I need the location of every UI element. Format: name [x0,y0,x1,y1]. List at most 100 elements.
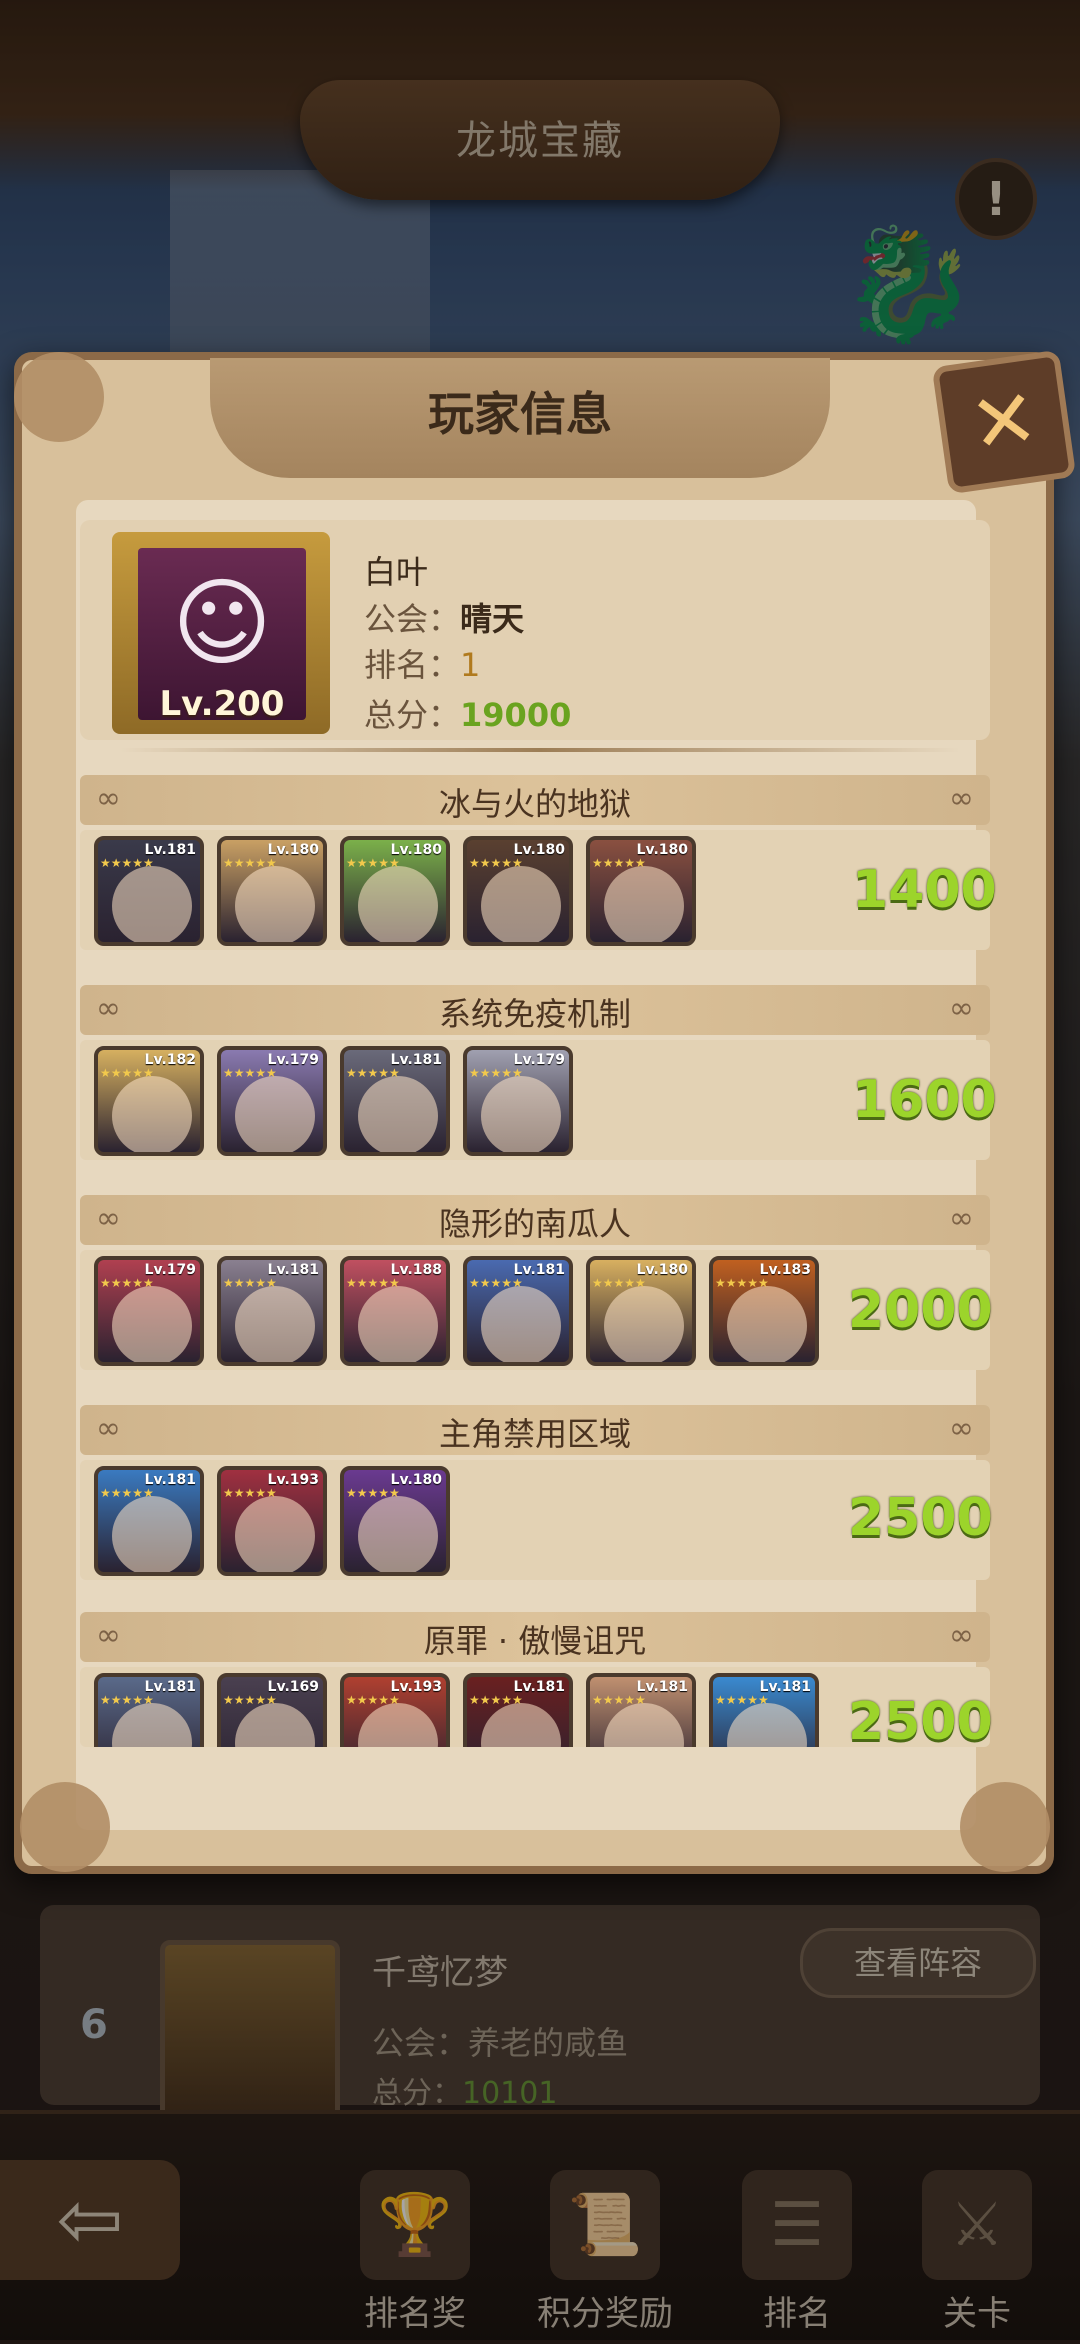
hero-face [112,1286,192,1362]
section-title: 原罪 · 傲慢诅咒 [423,1622,647,1660]
hero-portrait[interactable]: Lv.181 ★★★★★ [94,1673,204,1747]
hero-portrait[interactable]: Lv.179 ★★★★★ [463,1046,573,1156]
hero-face [481,866,561,942]
star-rating-icon: ★★★★★ [223,1066,277,1080]
hero-portrait[interactable]: Lv.181 ★★★★★ [709,1673,819,1747]
chain-link-icon: ∞ [949,781,974,816]
hero-face [235,1703,315,1747]
hero-face [727,1286,807,1362]
section-header: ∞ 系统免疫机制 ∞ [80,985,990,1035]
star-rating-icon: ★★★★★ [346,1066,400,1080]
section-title: 冰与火的地狱 [438,785,631,823]
hero-face [235,1076,315,1152]
hero-face [358,1496,438,1572]
chain-link-icon: ∞ [949,991,974,1026]
hero-portrait[interactable]: Lv.169 ★★★★★ [217,1673,327,1747]
hero-portrait[interactable]: Lv.181 ★★★★★ [94,836,204,946]
section-header: ∞ 隐形的南瓜人 ∞ [80,1195,990,1245]
chain-link-icon: ∞ [949,1201,974,1236]
corner-ornament [20,1782,110,1872]
hero-face [727,1703,807,1747]
player-rank: 排名：1 [364,640,480,686]
rank-label: 排名： [364,646,461,684]
section-score: 2000 [848,1280,993,1340]
star-rating-icon: ★★★★★ [223,856,277,870]
section-title: 系统免疫机制 [438,995,631,1033]
hero-portrait[interactable]: Lv.180 ★★★★★ [340,836,450,946]
star-rating-icon: ★★★★★ [346,1693,400,1707]
guild-value: 晴天 [460,600,525,638]
hero-portrait[interactable]: Lv.180 ★★★★★ [586,836,696,946]
hero-face [481,1076,561,1152]
hero-portrait[interactable]: Lv.182 ★★★★★ [94,1046,204,1156]
hero-portrait[interactable]: Lv.179 ★★★★★ [217,1046,327,1156]
star-rating-icon: ★★★★★ [100,1066,154,1080]
star-rating-icon: ★★★★★ [715,1276,769,1290]
hero-portrait[interactable]: Lv.181 ★★★★★ [463,1673,573,1747]
hero-portrait[interactable]: Lv.193 ★★★★★ [340,1673,450,1747]
section-score: 1600 [852,1070,997,1130]
star-rating-icon: ★★★★★ [223,1693,277,1707]
player-level: Lv.200 [159,684,285,724]
hero-face [358,1076,438,1152]
star-rating-icon: ★★★★★ [100,1486,154,1500]
hero-portrait[interactable]: Lv.181 ★★★★★ [463,1256,573,1366]
section-header: ∞ 冰与火的地狱 ∞ [80,775,990,825]
hero-portrait[interactable]: Lv.188 ★★★★★ [340,1256,450,1366]
hero-face [112,1076,192,1152]
star-rating-icon: ★★★★★ [346,856,400,870]
hero-portrait[interactable]: Lv.183 ★★★★★ [709,1256,819,1366]
section-score: 2500 [848,1692,993,1752]
corner-ornament [960,1782,1050,1872]
star-rating-icon: ★★★★★ [100,856,154,870]
star-rating-icon: ★★★★★ [592,1276,646,1290]
star-rating-icon: ★★★★★ [223,1276,277,1290]
hero-portrait[interactable]: Lv.181 ★★★★★ [340,1046,450,1156]
star-rating-icon: ★★★★★ [223,1486,277,1500]
guild-label: 公会： [364,600,461,638]
dialog-title: 玩家信息 [428,387,612,441]
star-rating-icon: ★★★★★ [592,1693,646,1707]
hero-face [604,1286,684,1362]
hero-portrait[interactable]: Lv.180 ★★★★★ [586,1256,696,1366]
score-value: 19000 [460,696,572,734]
hero-face [481,1703,561,1747]
star-rating-icon: ★★★★★ [592,856,646,870]
hero-portrait[interactable]: Lv.180 ★★★★★ [340,1466,450,1576]
chain-link-icon: ∞ [949,1411,974,1446]
hero-face [235,1496,315,1572]
star-rating-icon: ★★★★★ [469,1693,523,1707]
hero-portrait[interactable]: Lv.193 ★★★★★ [217,1466,327,1576]
section-title: 隐形的南瓜人 [438,1205,631,1243]
hero-face [358,1286,438,1362]
star-rating-icon: ★★★★★ [346,1486,400,1500]
player-name: 白叶 [364,553,429,591]
hero-face [481,1286,561,1362]
hero-face [358,866,438,942]
hero-portrait[interactable]: Lv.181 ★★★★★ [217,1256,327,1366]
hero-portrait[interactable]: Lv.180 ★★★★★ [217,836,327,946]
section-header: ∞ 原罪 · 傲慢诅咒 ∞ [80,1612,990,1662]
rank-value: 1 [460,646,481,684]
close-button[interactable]: ✕ [931,349,1077,495]
hero-portrait[interactable]: Lv.181 ★★★★★ [94,1466,204,1576]
hero-portrait[interactable]: Lv.181 ★★★★★ [586,1673,696,1747]
hero-face [235,866,315,942]
hero-portrait[interactable]: Lv.179 ★★★★★ [94,1256,204,1366]
star-rating-icon: ★★★★★ [346,1276,400,1290]
star-rating-icon: ★★★★★ [715,1693,769,1707]
section-score: 2500 [848,1488,993,1548]
score-label: 总分： [364,696,461,734]
section-title: 主角禁用区域 [438,1415,631,1453]
hero-face [112,1703,192,1747]
hero-portrait[interactable]: Lv.180 ★★★★★ [463,836,573,946]
section-header: ∞ 主角禁用区域 ∞ [80,1405,990,1455]
star-rating-icon: ★★★★★ [469,856,523,870]
star-rating-icon: ★★★★★ [469,1276,523,1290]
section-score: 1400 [852,860,997,920]
star-rating-icon: ★★★★★ [100,1693,154,1707]
hero-face [112,1496,192,1572]
star-rating-icon: ★★★★★ [469,1066,523,1080]
star-rating-icon: ★★★★★ [100,1276,154,1290]
corner-ornament [14,352,104,442]
